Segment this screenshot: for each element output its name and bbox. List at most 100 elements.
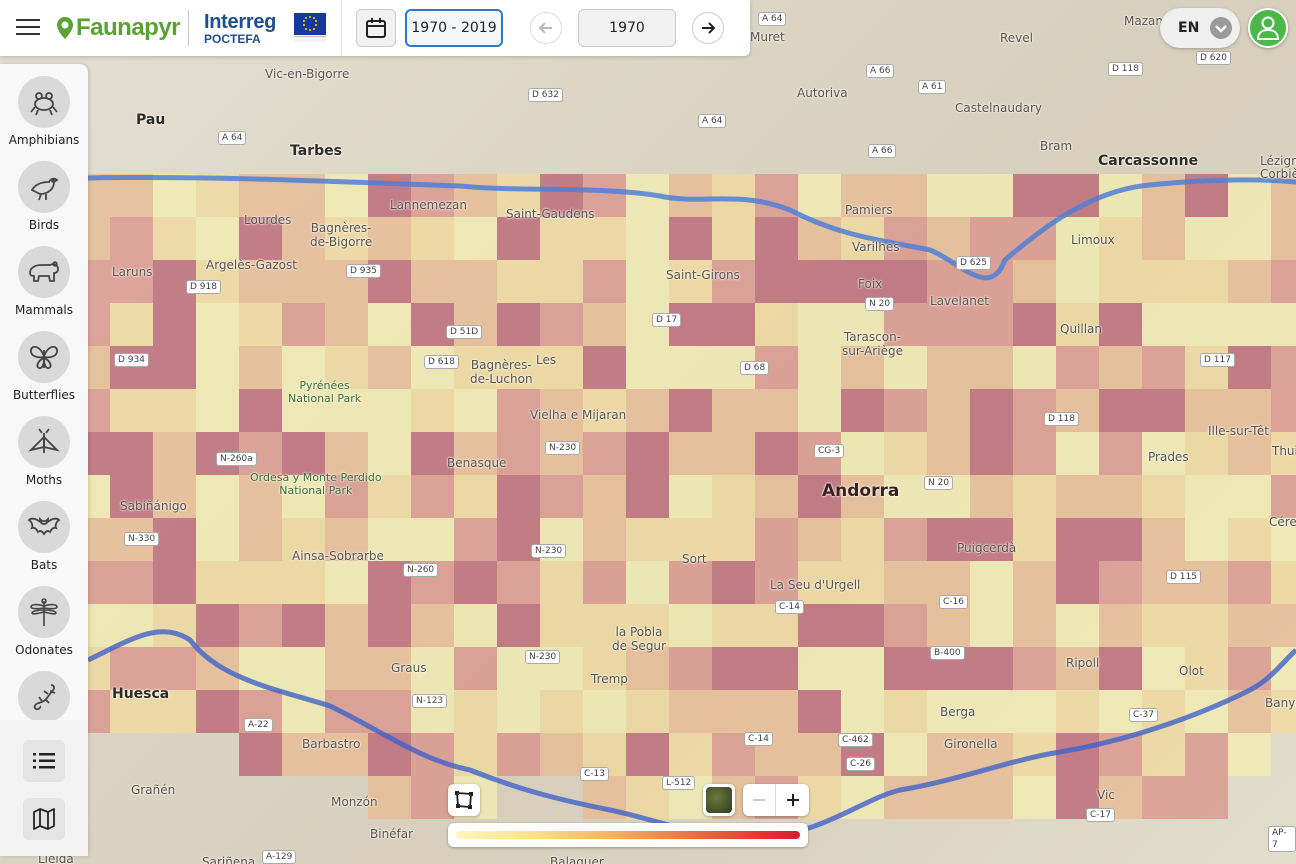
grid-cell[interactable]	[239, 303, 282, 346]
grid-cell[interactable]	[970, 174, 1013, 217]
grid-cell[interactable]	[927, 389, 970, 432]
grid-cell[interactable]	[196, 518, 239, 561]
category-birds[interactable]: Birds	[0, 149, 88, 233]
grid-cell[interactable]	[1228, 604, 1271, 647]
grid-cell[interactable]	[368, 604, 411, 647]
grid-cell[interactable]	[583, 260, 626, 303]
grid-cell[interactable]	[239, 518, 282, 561]
grid-cell[interactable]	[583, 561, 626, 604]
grid-cell[interactable]	[1013, 561, 1056, 604]
grid-cell[interactable]	[110, 217, 153, 260]
grid-cell[interactable]	[411, 518, 454, 561]
grid-cell[interactable]	[1099, 475, 1142, 518]
grid-cell[interactable]	[1099, 518, 1142, 561]
grid-cell[interactable]	[884, 776, 927, 819]
grid-cell[interactable]	[798, 690, 841, 733]
grid-cell[interactable]	[1056, 346, 1099, 389]
grid-cell[interactable]	[927, 303, 970, 346]
grid-cell[interactable]	[1099, 647, 1142, 690]
grid-cell[interactable]	[970, 604, 1013, 647]
grid-cell[interactable]	[1013, 690, 1056, 733]
grid-cell[interactable]	[583, 475, 626, 518]
grid-cell[interactable]	[712, 303, 755, 346]
grid-cell[interactable]	[583, 518, 626, 561]
grid-cell[interactable]	[669, 475, 712, 518]
grid-cell[interactable]	[1142, 346, 1185, 389]
zoom-in-button[interactable]	[776, 784, 809, 816]
grid-cell[interactable]	[110, 174, 153, 217]
grid-cell[interactable]	[669, 733, 712, 776]
grid-cell[interactable]	[583, 432, 626, 475]
grid-cell[interactable]	[712, 690, 755, 733]
grid-cell[interactable]	[110, 389, 153, 432]
grid-cell[interactable]	[1013, 604, 1056, 647]
grid-cell[interactable]	[196, 561, 239, 604]
map-view-button[interactable]	[23, 798, 65, 840]
grid-cell[interactable]	[626, 561, 669, 604]
grid-cell[interactable]	[669, 604, 712, 647]
grid-cell[interactable]	[841, 690, 884, 733]
grid-cell[interactable]	[368, 389, 411, 432]
grid-cell[interactable]	[540, 733, 583, 776]
grid-cell[interactable]	[153, 303, 196, 346]
grid-cell[interactable]	[196, 690, 239, 733]
grid-cell[interactable]	[669, 174, 712, 217]
grid-cell[interactable]	[1185, 217, 1228, 260]
grid-cell[interactable]	[669, 432, 712, 475]
grid-cell[interactable]	[196, 389, 239, 432]
grid-cell[interactable]	[497, 260, 540, 303]
grid-cell[interactable]	[884, 733, 927, 776]
grid-cell[interactable]	[325, 432, 368, 475]
grid-cell[interactable]	[454, 690, 497, 733]
grid-cell[interactable]	[282, 561, 325, 604]
grid-cell[interactable]	[970, 346, 1013, 389]
grid-cell[interactable]	[1271, 604, 1296, 647]
grid-cell[interactable]	[540, 260, 583, 303]
grid-cell[interactable]	[368, 217, 411, 260]
faunapyr-logo[interactable]: Faunapyr	[56, 12, 181, 44]
category-moths[interactable]: Moths	[0, 404, 88, 488]
grid-cell[interactable]	[884, 432, 927, 475]
grid-cell[interactable]	[1142, 518, 1185, 561]
grid-cell[interactable]	[626, 217, 669, 260]
grid-cell[interactable]	[798, 733, 841, 776]
grid-cell[interactable]	[540, 217, 583, 260]
grid-cell[interactable]	[153, 432, 196, 475]
grid-cell[interactable]	[497, 303, 540, 346]
language-selector[interactable]: EN	[1160, 8, 1240, 48]
grid-cell[interactable]	[626, 475, 669, 518]
grid-cell[interactable]	[110, 561, 153, 604]
category-amphibians[interactable]: Amphibians	[0, 64, 88, 148]
grid-cell[interactable]	[1056, 690, 1099, 733]
grid-cell[interactable]	[325, 690, 368, 733]
grid-cell[interactable]	[884, 561, 927, 604]
grid-cell[interactable]	[1056, 561, 1099, 604]
grid-cell[interactable]	[583, 303, 626, 346]
grid-cell[interactable]	[884, 604, 927, 647]
grid-cell[interactable]	[1271, 217, 1296, 260]
grid-cell[interactable]	[368, 346, 411, 389]
grid-cell[interactable]	[927, 174, 970, 217]
grid-cell[interactable]	[368, 303, 411, 346]
grid-cell[interactable]	[454, 217, 497, 260]
grid-cell[interactable]	[841, 432, 884, 475]
previous-year-button[interactable]	[530, 12, 562, 44]
grid-cell[interactable]	[884, 690, 927, 733]
grid-cell[interactable]	[970, 217, 1013, 260]
grid-cell[interactable]	[1228, 303, 1271, 346]
grid-cell[interactable]	[1056, 475, 1099, 518]
draw-area-button[interactable]	[448, 784, 480, 816]
grid-cell[interactable]	[368, 690, 411, 733]
grid-cell[interactable]	[497, 561, 540, 604]
grid-cell[interactable]	[1013, 260, 1056, 303]
grid-cell[interactable]	[755, 260, 798, 303]
grid-cell[interactable]	[798, 604, 841, 647]
grid-cell[interactable]	[325, 303, 368, 346]
grid-cell[interactable]	[1099, 389, 1142, 432]
grid-cell[interactable]	[540, 690, 583, 733]
grid-cell[interactable]	[454, 475, 497, 518]
grid-cell[interactable]	[626, 346, 669, 389]
next-year-button[interactable]	[692, 12, 724, 44]
grid-cell[interactable]	[1271, 303, 1296, 346]
grid-cell[interactable]	[755, 518, 798, 561]
